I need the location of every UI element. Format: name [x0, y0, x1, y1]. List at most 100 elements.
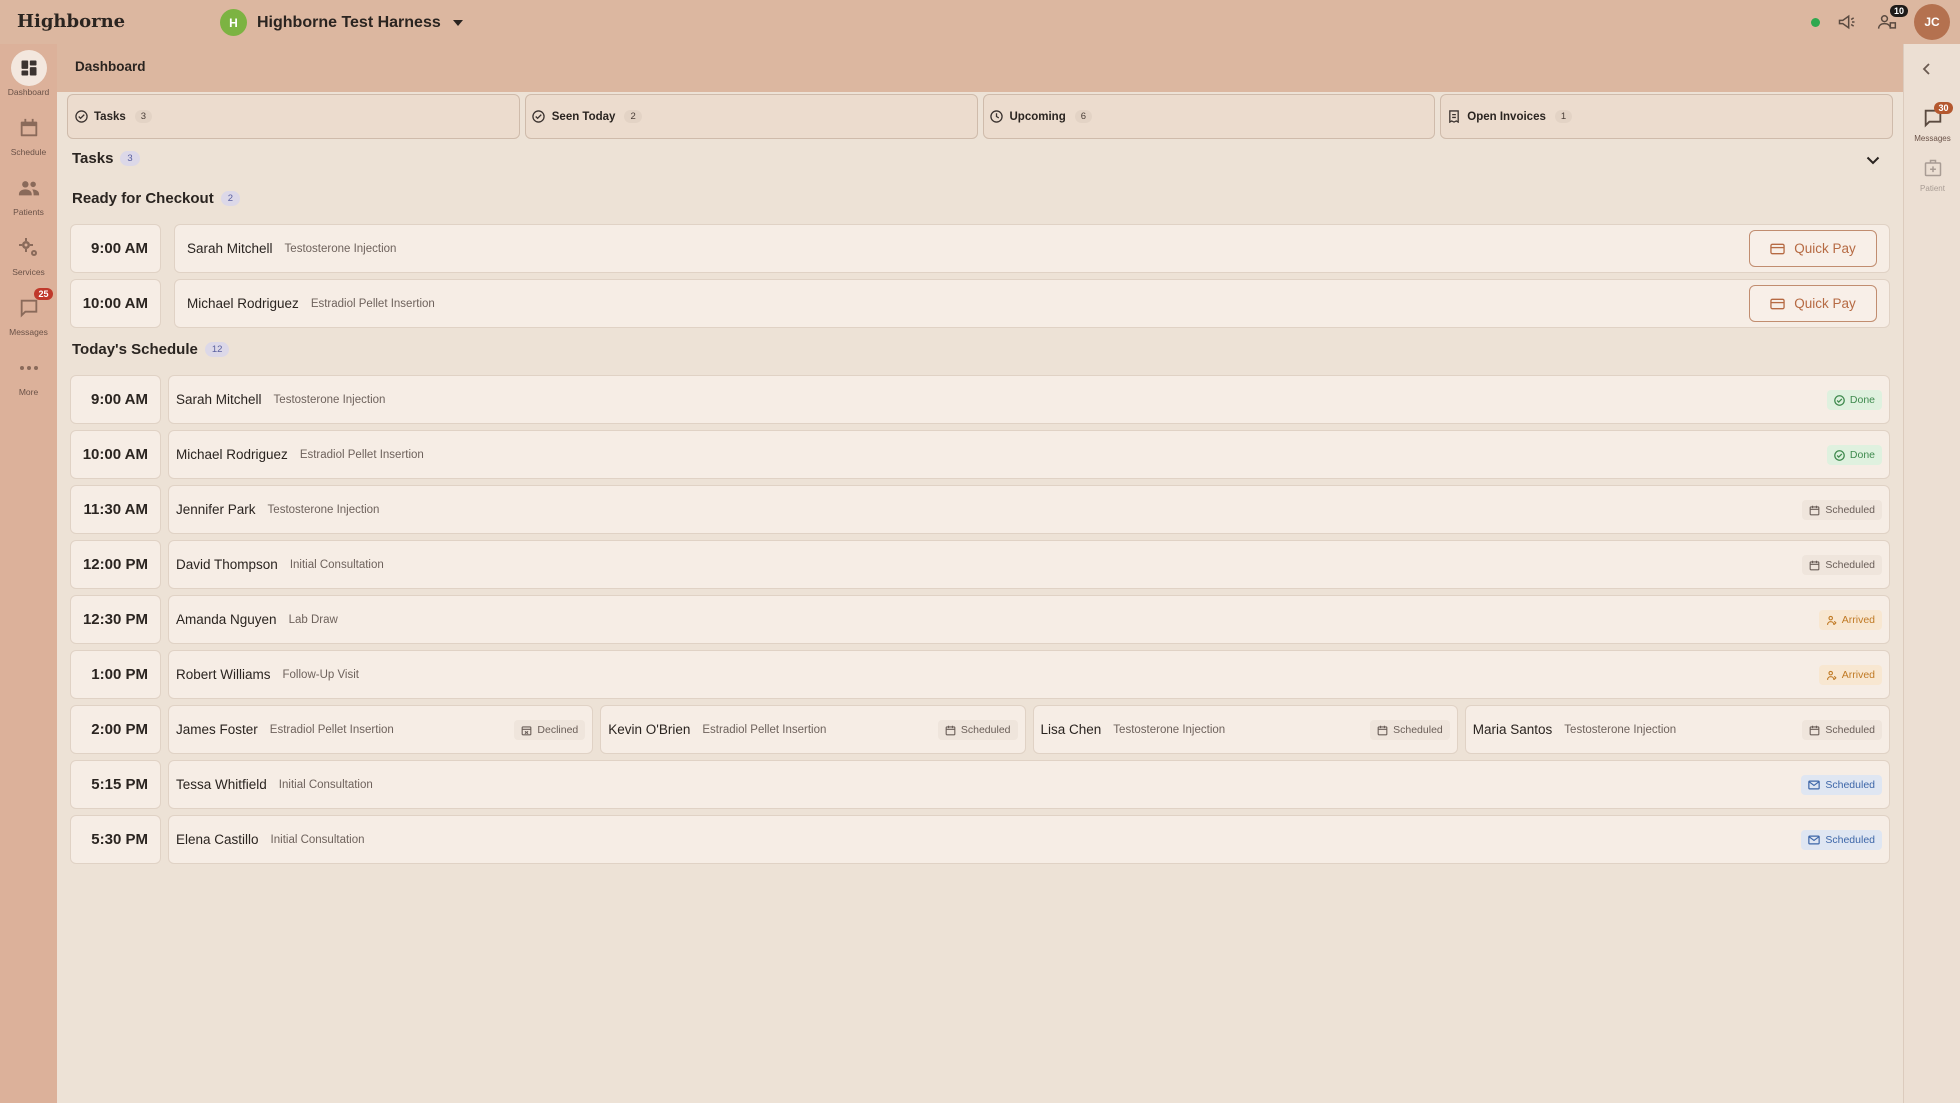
quick-pay-label: Quick Pay: [1794, 241, 1856, 256]
patient-name: Maria Santos: [1472, 722, 1553, 737]
rail-item-patient[interactable]: Patient: [1904, 154, 1960, 193]
chat-icon: [20, 299, 37, 318]
gears-icon: [18, 238, 37, 256]
page-header: Dashboard: [57, 44, 1903, 92]
people-icon: [18, 181, 39, 196]
announcements-button[interactable]: [1834, 9, 1860, 35]
person-walking-icon: [1826, 615, 1837, 625]
patient-name: Michael Rodriguez: [176, 447, 288, 462]
calendar-icon: [1810, 725, 1820, 735]
status-label: Scheduled: [1393, 724, 1443, 736]
sidebar-item-more[interactable]: More: [0, 350, 57, 406]
collapse-rail-button[interactable]: [1922, 62, 1932, 80]
appointment-time: 2:00 PM: [70, 705, 161, 754]
schedule-row: 9:00 AM Sarah Mitchell Testosterone Inject…: [70, 375, 1890, 424]
alerts-count-badge: 10: [1889, 5, 1908, 17]
rail-messages-badge: 30: [1934, 102, 1953, 114]
patient-name: Amanda Nguyen: [176, 612, 277, 627]
sidebar-item-patients[interactable]: Patients: [0, 170, 57, 226]
section-title: Ready for Checkout: [72, 190, 214, 207]
messages-count-badge: 25: [34, 288, 53, 300]
envelope-icon: [1808, 835, 1821, 845]
appointment-time: 12:00 PM: [70, 540, 161, 589]
tab-label: Tasks: [94, 110, 126, 123]
checkout-appointment[interactable]: Michael Rodriguez Estradiol Pellet Inser…: [174, 279, 1890, 328]
chevron-down-icon: [1866, 156, 1880, 165]
tab-tasks[interactable]: Tasks 3: [67, 94, 520, 139]
status-badge: Scheduled: [1802, 555, 1882, 575]
patient-name: James Foster: [176, 722, 258, 737]
top-bar: Highborne H Highborne Test Harness 10 JC: [0, 0, 1960, 44]
patient-name: Lisa Chen: [1040, 722, 1102, 737]
tab-seen-today[interactable]: Seen Today 2: [524, 94, 978, 139]
service-name: Estradiol Pellet Insertion: [299, 448, 424, 461]
collapse-tasks-button[interactable]: [1866, 152, 1880, 170]
brand-logo[interactable]: Highborne: [17, 11, 125, 32]
chevron-down-icon: [452, 19, 463, 26]
appointment-card[interactable]: Jennifer Park Testosterone Injection Sched…: [168, 485, 1890, 534]
calendar-icon: [1810, 560, 1820, 570]
sidebar-item-schedule[interactable]: Schedule: [0, 110, 57, 166]
appointment-card[interactable]: Robert Williams Follow-Up Visit Arrived: [168, 650, 1890, 699]
appointment-time: 10:00 AM: [70, 430, 161, 479]
tab-count: 6: [1074, 110, 1093, 123]
user-avatar[interactable]: JC: [1914, 4, 1950, 40]
service-name: Testosterone Injection: [273, 393, 386, 406]
schedule-row: 5:30 PM Elena Castillo Initial Consultatio…: [70, 815, 1890, 864]
tab-upcoming[interactable]: Upcoming 6: [982, 94, 1436, 139]
status-badge: Arrived: [1818, 610, 1882, 630]
appointment-card[interactable]: Michael Rodriguez Estradiol Pellet Insert…: [168, 430, 1890, 479]
status-label: Arrived: [1841, 669, 1875, 681]
appointment-card[interactable]: Sarah Mitchell Testosterone Injection Done: [168, 375, 1890, 424]
appointment-card[interactable]: David Thompson Initial Consultation Schedu…: [168, 540, 1890, 589]
staff-alerts-button[interactable]: 10: [1874, 5, 1908, 35]
patient-name: Elena Castillo: [176, 832, 259, 847]
checkout-row: 10:00 AM Michael Rodriguez Estradiol Pel…: [70, 279, 1890, 328]
service-name: Estradiol Pellet Insertion: [310, 297, 435, 310]
status-label: Arrived: [1841, 614, 1875, 626]
sidebar-item-label: Messages: [9, 327, 48, 337]
sidebar-item-label: More: [18, 387, 39, 397]
status-badge: Scheduled: [1802, 720, 1882, 740]
sidebar-item-dashboard[interactable]: Dashboard: [0, 50, 57, 106]
appointment-card[interactable]: Maria Santos Testosterone Injection Schedu…: [1464, 705, 1890, 754]
more-dots-icon: [19, 366, 38, 370]
status-label: Done: [1849, 449, 1875, 461]
appointment-card[interactable]: Tessa Whitfield Initial Consultation Sched…: [168, 760, 1890, 809]
dashboard-icon: [21, 60, 36, 76]
calendar-icon: [1810, 505, 1820, 515]
appointment-time: 11:30 AM: [70, 485, 161, 534]
status-badge: Declined: [514, 720, 586, 740]
appointment-card[interactable]: Elena Castillo Initial Consultation Schedu…: [168, 815, 1890, 864]
sidebar-item-messages[interactable]: 25 Messages: [0, 288, 57, 346]
invoice-icon: [1449, 110, 1460, 123]
status-label: Scheduled: [1825, 504, 1875, 516]
calendar-icon: [1377, 725, 1388, 735]
schedule-row: 11:30 AM Jennifer Park Testosterone Inject…: [70, 485, 1890, 534]
sidebar-item-services[interactable]: Services: [0, 230, 57, 286]
status-badge: Scheduled: [1802, 500, 1882, 520]
appointment-card[interactable]: Lisa Chen Testosterone Injection Scheduled: [1032, 705, 1458, 754]
tab-label: Open Invoices: [1467, 110, 1546, 123]
practice-switcher[interactable]: H Highborne Test Harness: [220, 9, 463, 36]
tab-label: Seen Today: [551, 110, 616, 123]
schedule-row: 12:00 PM David Thompson Initial Consultati…: [70, 540, 1890, 589]
appointment-card[interactable]: James Foster Estradiol Pellet Insertion De…: [168, 705, 594, 754]
service-name: Testosterone Injection: [284, 242, 397, 255]
appointment-time: 5:30 PM: [70, 815, 161, 864]
appointment-card[interactable]: Kevin O'Brien Estradiol Pellet Insertion S…: [600, 705, 1026, 754]
quick-pay-button[interactable]: Quick Pay: [1749, 285, 1877, 322]
check-circle-icon: [532, 110, 545, 123]
calendar-x-icon: [522, 725, 532, 735]
status-label: Scheduled: [1825, 779, 1875, 791]
quick-pay-button[interactable]: Quick Pay: [1749, 230, 1877, 267]
service-name: Initial Consultation: [289, 558, 384, 571]
patient-name: Jennifer Park: [176, 502, 256, 517]
tab-open-invoices[interactable]: Open Invoices 1: [1440, 94, 1893, 139]
rail-item-messages[interactable]: 30 Messages: [1904, 102, 1960, 143]
appointment-card[interactable]: Amanda Nguyen Lab Draw Arrived: [168, 595, 1890, 644]
service-name: Lab Draw: [288, 613, 338, 626]
tab-count: 1: [1554, 110, 1573, 123]
service-name: Estradiol Pellet Insertion: [702, 723, 827, 736]
checkout-appointment[interactable]: Sarah Mitchell Testosterone Injection Qu…: [174, 224, 1890, 273]
